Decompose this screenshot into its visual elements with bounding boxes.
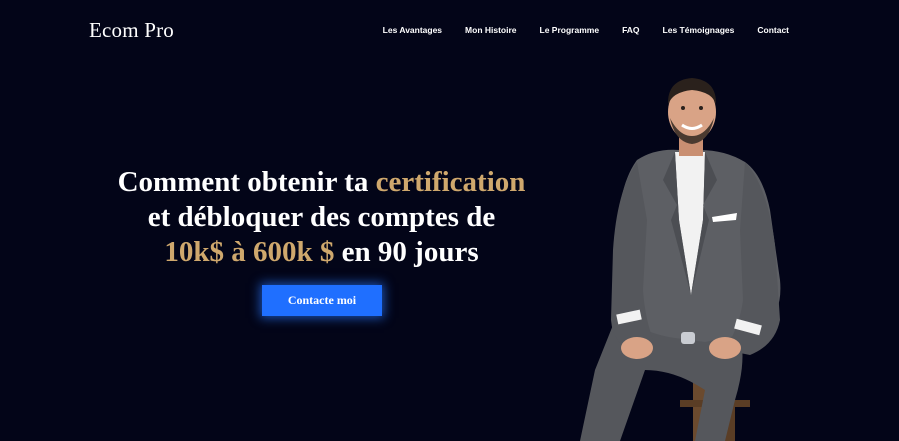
- headline-line2: et débloquer des comptes de: [147, 201, 496, 233]
- hero-headline: Comment obtenir ta certification et débl…: [60, 165, 583, 270]
- hero-portrait-image: [580, 78, 781, 441]
- headline-line3: 10k$ à 600k $ en 90 jours: [164, 236, 479, 268]
- nav-les-avantages[interactable]: Les Avantages: [383, 25, 442, 35]
- nav-contact[interactable]: Contact: [757, 25, 789, 35]
- main-nav: Les Avantages Mon Histoire Le Programme …: [360, 25, 789, 35]
- nav-les-temoignages[interactable]: Les Témoignages: [663, 25, 735, 35]
- headline-highlight-amount: 10k$ à 600k $: [164, 236, 335, 268]
- nav-le-programme[interactable]: Le Programme: [540, 25, 600, 35]
- landing-page: Ecom Pro Les Avantages Mon Histoire Le P…: [0, 0, 899, 441]
- headline-highlight-certification: certification: [375, 166, 526, 198]
- headline-line1: Comment obtenir ta certification: [117, 166, 526, 198]
- nav-mon-histoire[interactable]: Mon Histoire: [465, 25, 516, 35]
- nav-faq[interactable]: FAQ: [622, 25, 639, 35]
- contact-button[interactable]: Contacte moi: [262, 285, 382, 316]
- logo[interactable]: Ecom Pro: [89, 18, 174, 43]
